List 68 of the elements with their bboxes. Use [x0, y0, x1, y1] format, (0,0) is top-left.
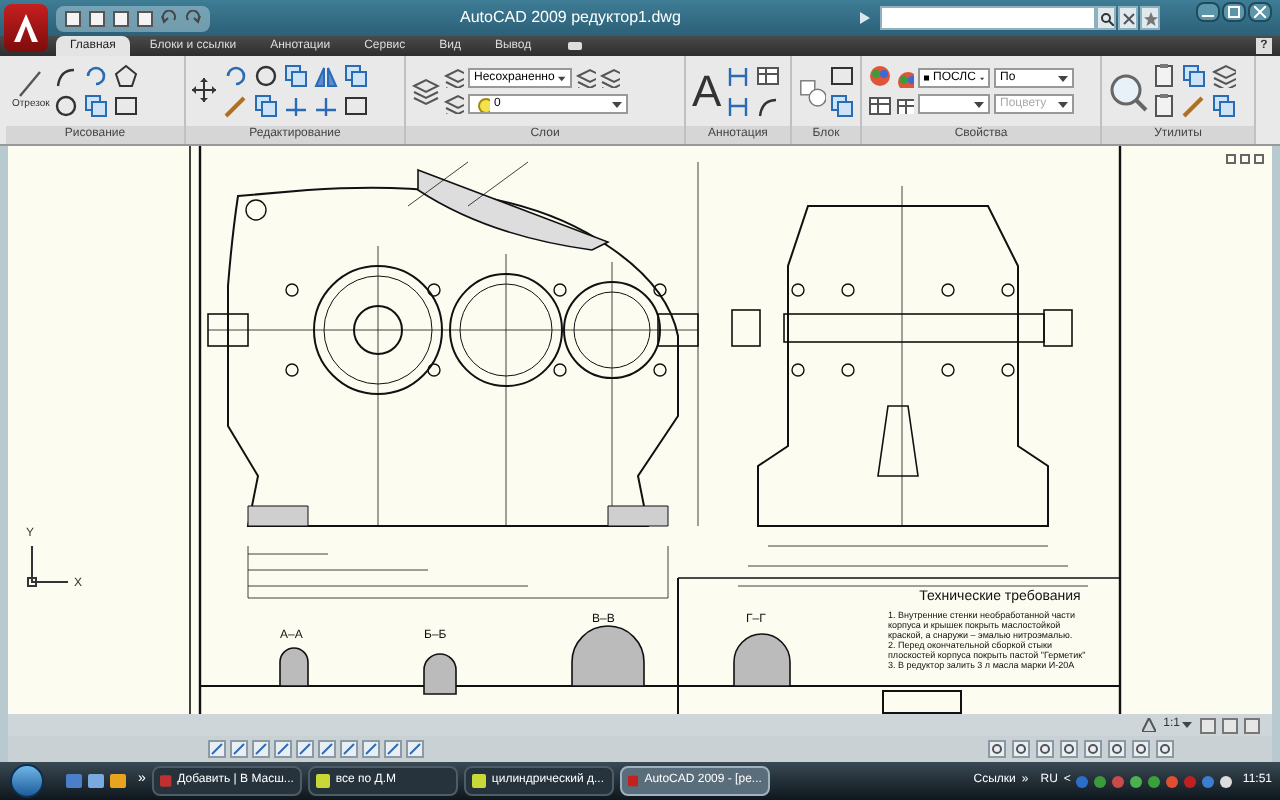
trim-icon[interactable] [314, 94, 338, 118]
table-icon[interactable] [868, 94, 892, 118]
dropdown-caret-icon[interactable] [558, 75, 566, 81]
polygon-icon[interactable] [113, 64, 138, 88]
ucs-axes-icon[interactable] [24, 542, 72, 590]
minimize-button[interactable] [1196, 2, 1220, 22]
layers-icon[interactable] [444, 68, 464, 88]
mirror-icon[interactable] [314, 64, 338, 88]
application-button[interactable] [4, 4, 48, 52]
window-title: AutoCAD 2009 редуктор1.dwg [460, 6, 681, 30]
start-button[interactable] [10, 764, 44, 798]
magnifier-icon[interactable] [1108, 71, 1148, 111]
layers-icon[interactable] [444, 94, 464, 114]
dropdown-caret-icon[interactable] [1182, 722, 1192, 728]
dimension-icon[interactable] [725, 94, 750, 118]
star-button[interactable] [1140, 6, 1160, 30]
line-icon[interactable] [16, 69, 45, 98]
copy-icon[interactable] [830, 94, 854, 118]
dropdown-caret-icon[interactable] [612, 101, 622, 107]
dropdown-caret-icon[interactable] [974, 101, 984, 107]
copy-icon[interactable] [1182, 64, 1206, 88]
circle-icon[interactable] [254, 64, 278, 88]
star-icon[interactable] [1143, 11, 1157, 25]
copy-icon[interactable] [254, 94, 278, 118]
rectangle-icon[interactable] [344, 94, 368, 118]
play-arrow-icon[interactable] [860, 12, 870, 24]
layers-icon[interactable] [1212, 64, 1236, 88]
table-icon[interactable] [755, 64, 780, 88]
color-swatch-icon[interactable] [924, 72, 930, 84]
title-block [882, 690, 962, 714]
arc-icon[interactable] [755, 94, 780, 118]
application-logo-icon[interactable] [12, 12, 40, 44]
search-icon[interactable] [1099, 11, 1113, 25]
rotate-icon[interactable] [224, 64, 248, 88]
copy-icon[interactable] [344, 64, 368, 88]
app-icon[interactable] [471, 774, 486, 788]
layers-icon[interactable] [600, 68, 620, 88]
rotate-icon[interactable] [83, 64, 108, 88]
ribbon-toggle-icon[interactable] [567, 42, 582, 50]
palette-icon[interactable] [896, 69, 914, 87]
dimension-icon[interactable] [725, 64, 750, 88]
palette-icon[interactable] [868, 64, 892, 88]
layers-icon[interactable] [412, 77, 440, 105]
redo-icon[interactable] [184, 9, 202, 27]
table-icon[interactable] [896, 95, 914, 113]
dropdown-caret-icon[interactable] [1058, 75, 1068, 81]
copy-icon[interactable] [83, 94, 108, 118]
lightbulb-icon[interactable] [474, 96, 490, 112]
rectangle-icon[interactable] [830, 64, 854, 88]
annotation-scale-icon[interactable] [1141, 718, 1156, 732]
text-tool[interactable]: A [692, 69, 722, 113]
layers-icon[interactable] [576, 68, 596, 88]
copy-icon[interactable] [284, 64, 308, 88]
arc-icon[interactable] [53, 64, 78, 88]
rectangle-icon[interactable] [113, 94, 138, 118]
trim-icon[interactable] [284, 94, 308, 118]
search-button[interactable] [1096, 6, 1116, 30]
search-field[interactable] [880, 6, 1096, 30]
app-icon[interactable] [315, 774, 330, 788]
maximize-button[interactable] [1222, 2, 1246, 22]
move-icon[interactable] [192, 77, 220, 105]
clipboard-icon[interactable] [1152, 64, 1176, 88]
copy-icon[interactable] [1212, 94, 1236, 118]
close-button[interactable] [1248, 2, 1272, 22]
undo-icon[interactable] [160, 9, 178, 27]
erase-icon[interactable] [1182, 94, 1206, 118]
clipboard-icon[interactable] [1152, 94, 1176, 118]
circle-icon[interactable] [53, 94, 78, 118]
